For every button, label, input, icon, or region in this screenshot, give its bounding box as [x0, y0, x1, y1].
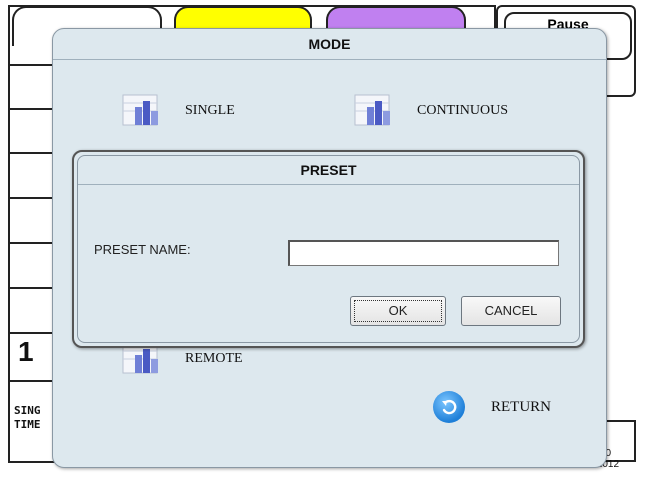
mode-dialog-title: MODE — [53, 29, 606, 60]
preset-dialog-inner: PRESET PRESET NAME: OK CANCEL — [77, 155, 580, 343]
mode-single-label: SINGLE — [185, 103, 235, 118]
chart-icon — [122, 94, 158, 126]
chart-icon — [354, 94, 390, 126]
return-button[interactable]: RETURN — [433, 391, 551, 423]
ok-button[interactable]: OK — [350, 296, 446, 326]
mode-continuous-label: CONTINUOUS — [417, 103, 508, 118]
return-arrow-icon — [433, 391, 465, 423]
mode-continuous-button[interactable]: CONTINUOUS — [353, 93, 508, 129]
preset-name-input[interactable] — [288, 240, 559, 266]
cancel-button[interactable]: CANCEL — [461, 296, 561, 326]
preset-dialog-title: PRESET — [78, 156, 579, 185]
mode-remote-label: REMOTE — [185, 351, 243, 366]
mode-single-button[interactable]: SINGLE — [121, 93, 235, 129]
channel-number: 1 — [18, 336, 34, 367]
cancel-label: CANCEL — [484, 303, 538, 318]
preset-name-label: PRESET NAME: — [94, 242, 191, 257]
preset-dialog: PRESET PRESET NAME: OK CANCEL — [72, 150, 585, 348]
focus-ring — [354, 300, 442, 322]
status-line-1: SING — [14, 404, 41, 417]
status-line-2: TIME — [14, 418, 41, 431]
return-label: RETURN — [491, 398, 551, 415]
